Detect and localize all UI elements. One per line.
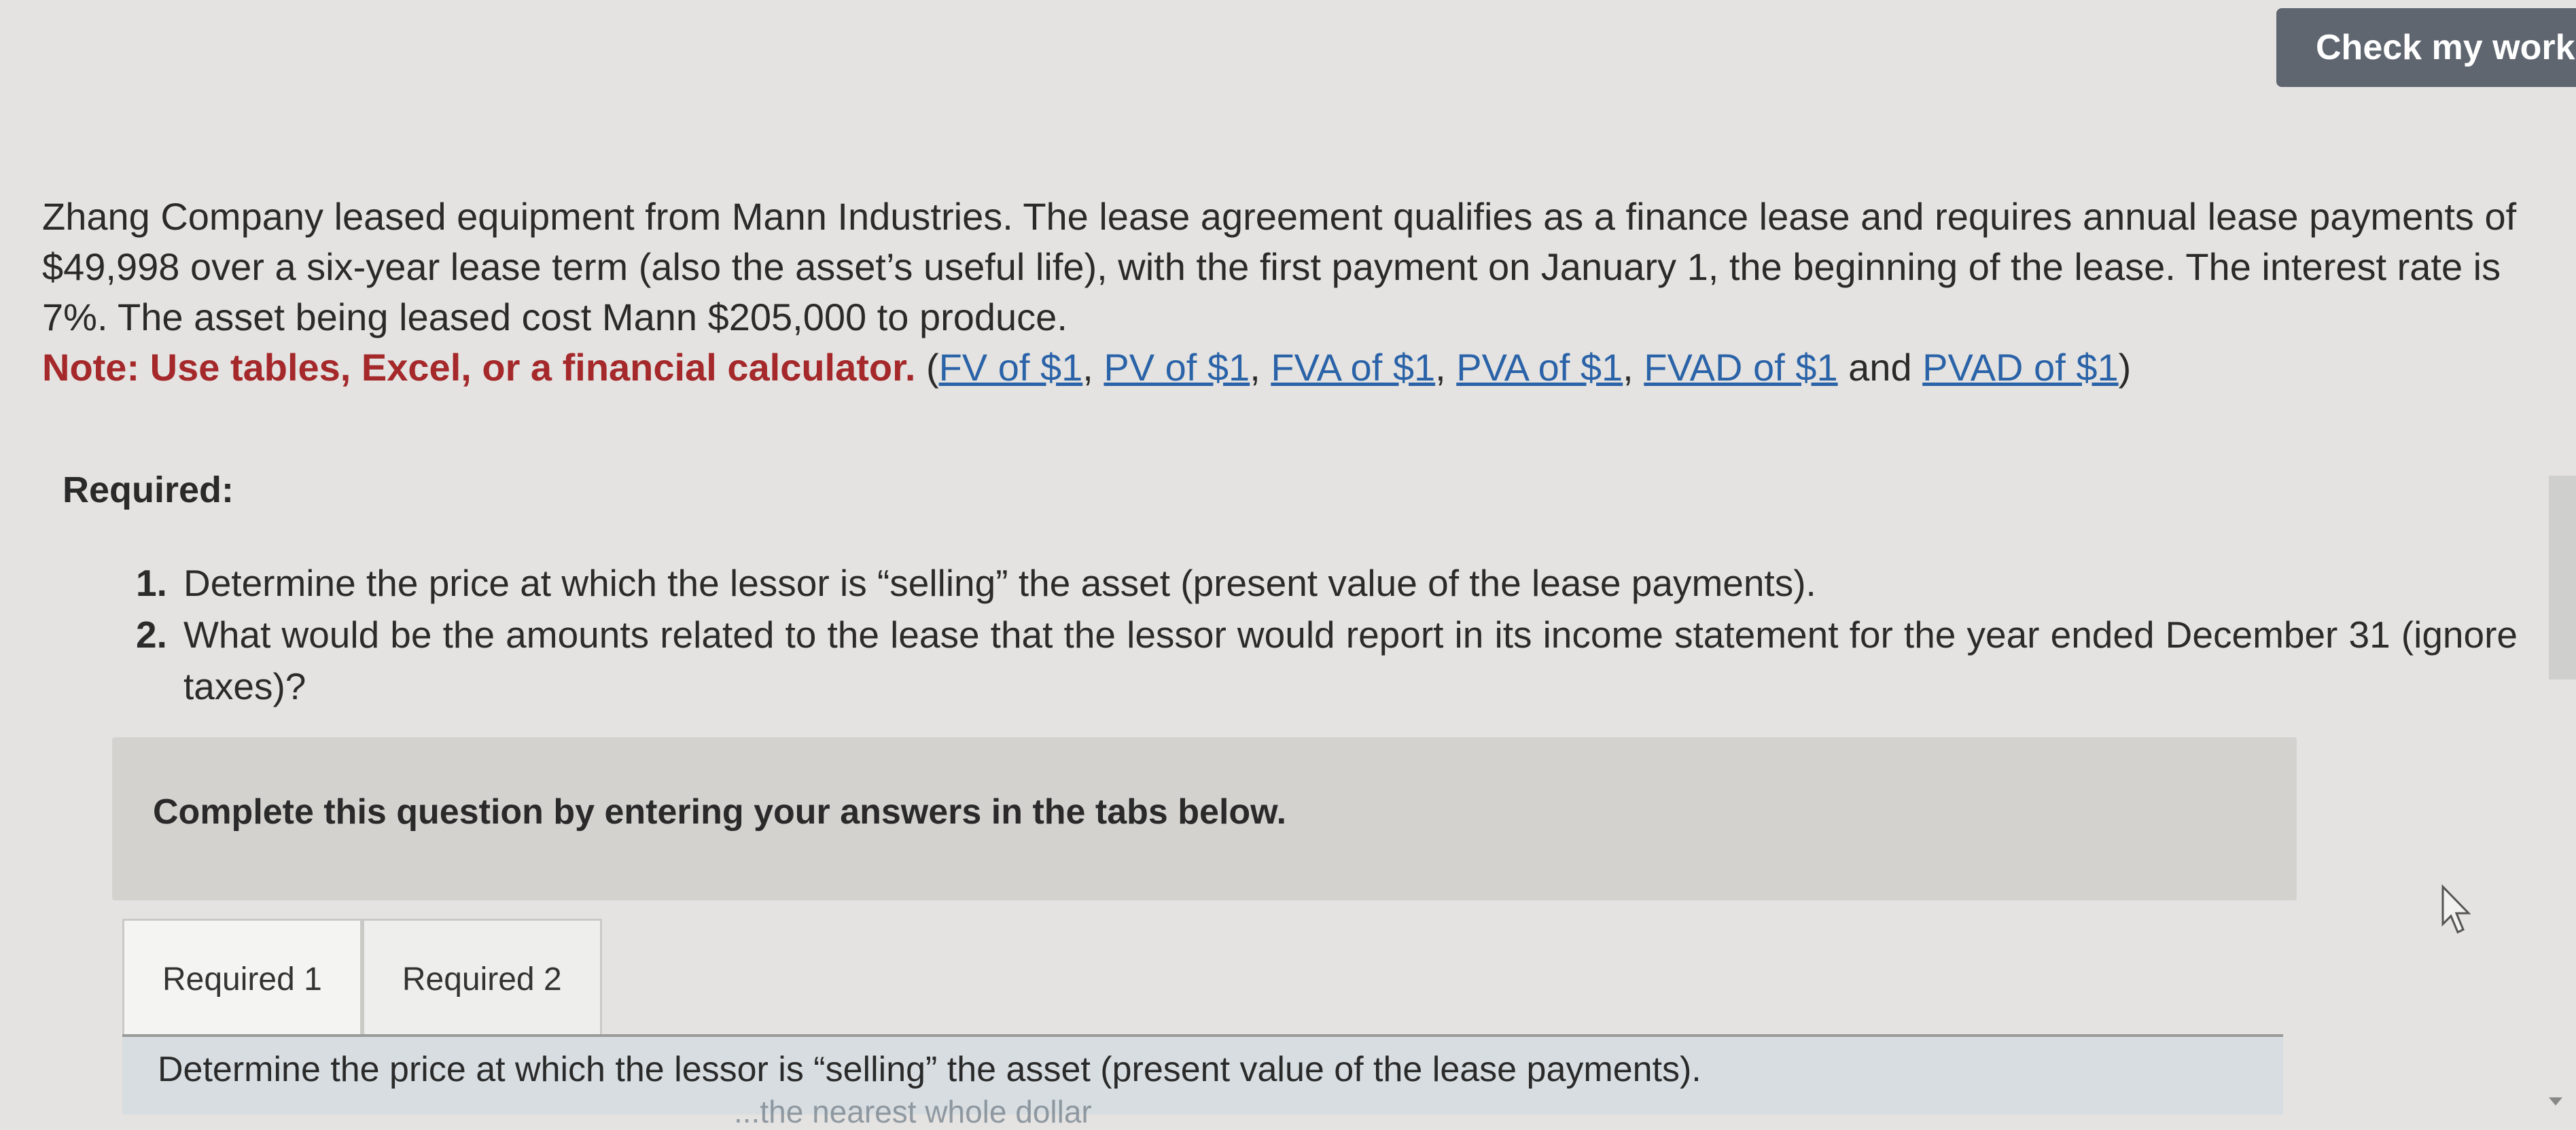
problem-text: Zhang Company leased equipment from Mann… <box>42 195 2517 338</box>
tab-content: Determine the price at which the lessor … <box>122 1037 2283 1129</box>
link-fva[interactable]: FVA of $1 <box>1271 346 1435 389</box>
required-item: 1. Determine the price at which the less… <box>136 562 1816 604</box>
problem-statement: Zhang Company leased equipment from Mann… <box>42 195 2517 389</box>
scroll-down-arrow-icon[interactable] <box>2549 1097 2562 1106</box>
panel-instruction: Complete this question by entering your … <box>153 792 1287 832</box>
tab-required-1[interactable]: Required 1 <box>122 919 362 1038</box>
note-text: Note: Use tables, Excel, or a financial … <box>42 346 916 389</box>
instruction-panel: Complete this question by entering your … <box>112 737 2297 900</box>
tab-required-2[interactable]: Required 2 <box>361 919 602 1038</box>
link-pvad[interactable]: PVAD of $1 <box>1922 346 2118 389</box>
tab-content-question: Determine the price at which the lessor … <box>158 1050 1701 1089</box>
link-pv[interactable]: PV of $1 <box>1104 346 1250 389</box>
link-pva[interactable]: PVA of $1 <box>1456 346 1623 389</box>
required-item: 2. What would be the amounts related to … <box>136 614 2518 707</box>
mouse-pointer-icon <box>2436 883 2477 938</box>
link-fv[interactable]: FV of $1 <box>939 346 1083 389</box>
tab-content-faded-note: ...the nearest whole dollar <box>734 1094 1092 1129</box>
scrollbar-thumb[interactable] <box>2549 476 2576 679</box>
link-fvad[interactable]: FVAD of $1 <box>1644 346 1837 389</box>
required-heading: Required: <box>63 470 234 510</box>
required-list: 1. Determine the price at which the less… <box>136 557 2518 712</box>
check-my-work-button[interactable]: Check my work <box>2276 8 2576 87</box>
tab-bar: Required 1 Required 2 <box>122 919 602 1038</box>
